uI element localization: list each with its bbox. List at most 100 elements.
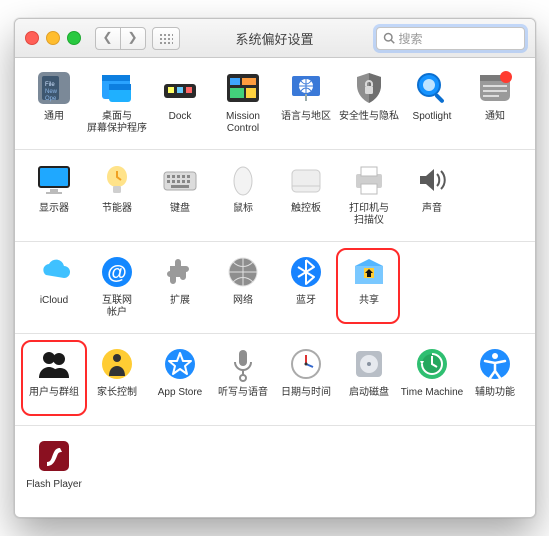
flash-icon bbox=[36, 438, 72, 474]
pref-mouse[interactable]: 鼠标 bbox=[212, 160, 275, 227]
spotlight-icon bbox=[414, 70, 450, 106]
desktop-icon bbox=[99, 70, 135, 106]
pref-network[interactable]: 网络 bbox=[212, 252, 275, 319]
at-icon: @ bbox=[99, 254, 135, 290]
svg-text:Ope: Ope bbox=[45, 96, 57, 102]
back-button[interactable]: ❮ bbox=[95, 27, 120, 50]
forward-button[interactable]: ❯ bbox=[120, 27, 146, 50]
pref-label: Flash Player bbox=[23, 479, 86, 503]
pref-label: 桌面与 屏幕保护程序 bbox=[86, 111, 149, 135]
notifications-icon bbox=[477, 70, 513, 106]
prefs-content: FileNewOpe 通用 桌面与 屏幕保护程序 Dock Mission Co… bbox=[15, 58, 535, 517]
prefs-window: ❮ ❯ 系统偏好设置 搜索 FileNewOpe 通用 桌面与 屏幕保护程序 bbox=[14, 18, 536, 518]
pref-spotlight[interactable]: Spotlight bbox=[401, 68, 464, 135]
dock-icon bbox=[162, 70, 198, 106]
bluetooth-icon bbox=[288, 254, 324, 290]
search-icon bbox=[383, 32, 395, 44]
pref-label: 安全性与隐私 bbox=[338, 111, 401, 135]
security-icon bbox=[351, 70, 387, 106]
pref-label: Time Machine bbox=[401, 387, 464, 411]
pref-label: 家长控制 bbox=[86, 387, 149, 411]
pref-bluetooth[interactable]: 蓝牙 bbox=[275, 252, 338, 319]
pref-accessibility[interactable]: 辅助功能 bbox=[464, 344, 527, 411]
section-personal: FileNewOpe 通用 桌面与 屏幕保护程序 Dock Mission Co… bbox=[15, 58, 535, 150]
pref-label: 语言与地区 bbox=[275, 111, 338, 135]
time-machine-icon bbox=[414, 346, 450, 382]
pref-label: 蓝牙 bbox=[275, 295, 338, 319]
svg-text:@: @ bbox=[107, 262, 127, 284]
pref-label: 通知 bbox=[464, 111, 527, 135]
extensions-icon bbox=[162, 254, 198, 290]
pref-label: 用户与群组 bbox=[23, 387, 86, 411]
search-placeholder: 搜索 bbox=[399, 30, 423, 47]
pref-label: Spotlight bbox=[401, 111, 464, 135]
pref-language-region[interactable]: 语言与地区 bbox=[275, 68, 338, 135]
section-hardware: 显示器 节能器 键盘 鼠标 触控板 bbox=[15, 150, 535, 242]
pref-extensions[interactable]: 扩展 bbox=[149, 252, 212, 319]
pref-time-machine[interactable]: Time Machine bbox=[401, 344, 464, 411]
network-icon bbox=[225, 254, 261, 290]
pref-users-groups[interactable]: 用户与群组 bbox=[23, 344, 86, 411]
microphone-icon bbox=[225, 346, 261, 382]
pref-sound[interactable]: 声音 bbox=[401, 160, 464, 227]
icloud-icon bbox=[36, 254, 72, 290]
pref-icloud[interactable]: iCloud bbox=[23, 252, 86, 319]
pref-label: 节能器 bbox=[86, 203, 149, 227]
pref-label: 键盘 bbox=[149, 203, 212, 227]
section-system: 用户与群组 家长控制 App Store 听写与语音 日期与时间 bbox=[15, 334, 535, 426]
pref-printers[interactable]: 打印机与 扫描仪 bbox=[338, 160, 401, 227]
pref-dock[interactable]: Dock bbox=[149, 68, 212, 135]
pref-label: App Store bbox=[149, 387, 212, 411]
pref-label: 启动磁盘 bbox=[338, 387, 401, 411]
pref-label: Dock bbox=[149, 111, 212, 135]
sound-icon bbox=[414, 162, 450, 198]
nav-buttons: ❮ ❯ bbox=[95, 27, 146, 50]
pref-flash-player[interactable]: Flash Player bbox=[23, 436, 86, 503]
section-internet: iCloud @ 互联网 帐户 扩展 网络 蓝牙 bbox=[15, 242, 535, 334]
energy-icon bbox=[99, 162, 135, 198]
show-all-button[interactable] bbox=[152, 27, 180, 50]
users-icon bbox=[36, 346, 72, 382]
pref-label: 日期与时间 bbox=[275, 387, 338, 411]
pref-label: iCloud bbox=[23, 295, 86, 319]
pref-label: 打印机与 扫描仪 bbox=[338, 203, 401, 227]
pref-energy[interactable]: 节能器 bbox=[86, 160, 149, 227]
pref-internet-accounts[interactable]: @ 互联网 帐户 bbox=[86, 252, 149, 319]
search-field[interactable]: 搜索 bbox=[376, 27, 525, 50]
language-icon bbox=[288, 70, 324, 106]
pref-date-time[interactable]: 日期与时间 bbox=[275, 344, 338, 411]
pref-trackpad[interactable]: 触控板 bbox=[275, 160, 338, 227]
zoom-button[interactable] bbox=[67, 31, 81, 45]
mission-control-icon bbox=[225, 70, 261, 106]
parental-icon bbox=[99, 346, 135, 382]
keyboard-icon bbox=[162, 162, 198, 198]
pref-label: 声音 bbox=[401, 203, 464, 227]
pref-label: 共享 bbox=[338, 295, 401, 319]
pref-startup-disk[interactable]: 启动磁盘 bbox=[338, 344, 401, 411]
pref-desktop[interactable]: 桌面与 屏幕保护程序 bbox=[86, 68, 149, 135]
pref-app-store[interactable]: App Store bbox=[149, 344, 212, 411]
pref-sharing[interactable]: 共享 bbox=[338, 252, 401, 319]
minimize-button[interactable] bbox=[46, 31, 60, 45]
pref-label: Mission Control bbox=[212, 111, 275, 135]
section-thirdparty: Flash Player bbox=[15, 426, 535, 517]
pref-security-privacy[interactable]: 安全性与隐私 bbox=[338, 68, 401, 135]
pref-label: 网络 bbox=[212, 295, 275, 319]
pref-keyboard[interactable]: 键盘 bbox=[149, 160, 212, 227]
pref-label: 听写与语音 bbox=[212, 387, 275, 411]
pref-parental-controls[interactable]: 家长控制 bbox=[86, 344, 149, 411]
pref-mission-control[interactable]: Mission Control bbox=[212, 68, 275, 135]
pref-dictation-speech[interactable]: 听写与语音 bbox=[212, 344, 275, 411]
sharing-icon bbox=[351, 254, 387, 290]
pref-label: 互联网 帐户 bbox=[86, 295, 149, 319]
svg-text:New: New bbox=[45, 89, 58, 95]
traffic-lights bbox=[15, 31, 81, 45]
disk-icon bbox=[351, 346, 387, 382]
pref-label: 扩展 bbox=[149, 295, 212, 319]
app-store-icon bbox=[162, 346, 198, 382]
pref-general[interactable]: FileNewOpe 通用 bbox=[23, 68, 86, 135]
pref-label: 显示器 bbox=[23, 203, 86, 227]
close-button[interactable] bbox=[25, 31, 39, 45]
pref-displays[interactable]: 显示器 bbox=[23, 160, 86, 227]
pref-notifications[interactable]: 通知 bbox=[464, 68, 527, 135]
